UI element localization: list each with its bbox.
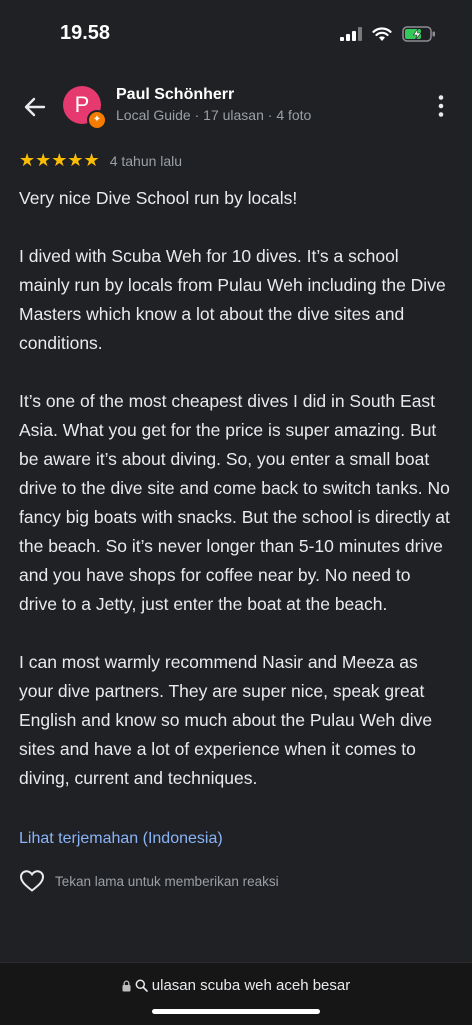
local-guide-badge-icon: ✦ bbox=[87, 110, 107, 130]
browser-bar: ulasan scuba weh aceh besar bbox=[0, 962, 472, 1025]
url-text[interactable]: ulasan scuba weh aceh besar bbox=[152, 977, 350, 994]
rating-row: ★★★★★ 4 tahun lalu bbox=[19, 150, 182, 171]
review-age: 4 tahun lalu bbox=[109, 152, 183, 169]
status-bar: 19.58 bbox=[0, 0, 472, 70]
lock-icon bbox=[122, 979, 131, 991]
heart-outline-icon[interactable] bbox=[19, 869, 45, 893]
star-rating: ★★★★★ bbox=[19, 150, 100, 170]
more-vert-icon[interactable] bbox=[436, 94, 446, 118]
status-icons bbox=[340, 26, 436, 42]
back-arrow-icon[interactable] bbox=[20, 92, 50, 122]
reaction-row[interactable]: Tekan lama untuk memberikan reaksi bbox=[19, 869, 279, 893]
author-name[interactable]: Paul Schönherr bbox=[116, 86, 234, 104]
translate-link[interactable]: Lihat terjemahan (Indonesia) bbox=[19, 830, 223, 848]
home-indicator[interactable] bbox=[152, 1009, 320, 1014]
review-paragraph: I can most warmly recommend Nasir and Me… bbox=[19, 652, 433, 788]
author-meta: Local Guide · 17 ulasan · 4 foto bbox=[116, 107, 312, 123]
wifi-icon bbox=[372, 26, 392, 41]
reaction-hint: Tekan lama untuk memberikan reaksi bbox=[55, 873, 279, 889]
status-time: 19.58 bbox=[60, 22, 111, 44]
address-bar[interactable]: ulasan scuba weh aceh besar bbox=[0, 977, 472, 994]
battery-icon bbox=[402, 26, 435, 42]
search-icon bbox=[135, 979, 148, 992]
review-header: P ✦ Paul Schönherr Local Guide · 17 ulas… bbox=[0, 82, 472, 132]
signal-icon bbox=[340, 27, 362, 41]
review-paragraph: I dived with Scuba Weh for 10 dives. It’… bbox=[19, 246, 446, 353]
review-paragraph: It’s one of the most cheapest dives I di… bbox=[19, 391, 450, 614]
review-paragraph: Very nice Dive School run by locals! bbox=[19, 188, 298, 208]
review-text: Very nice Dive School run by locals! I d… bbox=[19, 184, 453, 822]
